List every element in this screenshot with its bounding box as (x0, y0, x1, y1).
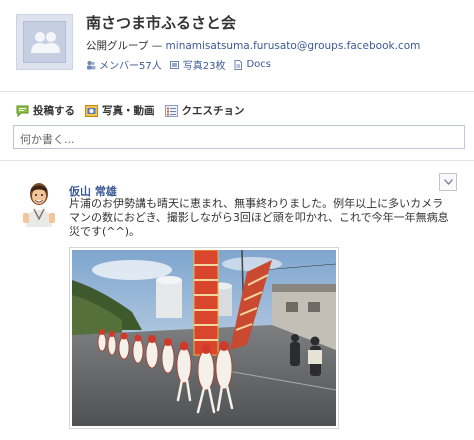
group-subtitle: 公開グループ — minamisatsuma.furusato@groups.f… (86, 38, 420, 53)
header-divider (0, 91, 474, 92)
members-icon (87, 60, 96, 69)
group-people-icon (23, 21, 66, 63)
docs-label: Docs (246, 59, 271, 70)
question-list-icon (164, 104, 178, 117)
tab-post-label: 投稿する (33, 105, 75, 117)
photos-link[interactable]: 写真23枚 (169, 57, 226, 72)
tab-question-label: クエスチョン (181, 105, 245, 117)
docs-link[interactable]: Docs (233, 59, 271, 70)
chevron-down-icon (444, 179, 453, 185)
tab-post[interactable]: 投稿する (16, 103, 75, 118)
tab-question[interactable]: クエスチョン (164, 103, 245, 118)
photos-label: 写真23枚 (182, 61, 226, 72)
composer-input[interactable]: 何か書く... (13, 125, 465, 149)
post-status-icon (16, 105, 29, 117)
group-email-link[interactable]: minamisatsuma.furusato@groups.facebook.c… (166, 40, 421, 52)
tab-photo-video[interactable]: 写真・動画 (85, 103, 155, 118)
author-avatar[interactable] (21, 179, 57, 227)
photos-icon (169, 60, 179, 69)
members-label: メンバー57人 (99, 61, 162, 72)
group-stats: メンバー57人 写真23枚 Docs (86, 57, 271, 72)
group-avatar[interactable] (16, 14, 73, 70)
docs-icon (234, 59, 243, 70)
composer-divider (0, 160, 474, 161)
composer-tabs: 投稿する 写真・動画 クエスチョン (16, 103, 245, 118)
photo-video-icon (85, 104, 98, 117)
tab-photo-video-label: 写真・動画 (102, 105, 155, 117)
post-message: 片浦のお伊勢講も晴天に恵まれ、無事終わりました。例年以上に多いカメラマンの数にお… (69, 197, 449, 238)
group-header: 南さつま市ふるさと会 公開グループ — minamisatsuma.furusa… (0, 0, 474, 96)
post-options-button[interactable] (439, 173, 457, 191)
group-title[interactable]: 南さつま市ふるさと会 (86, 12, 236, 33)
members-link[interactable]: メンバー57人 (86, 57, 162, 72)
post-photo[interactable] (69, 247, 339, 429)
festival-photo (72, 250, 336, 426)
group-type-label: 公開グループ — (86, 40, 166, 52)
